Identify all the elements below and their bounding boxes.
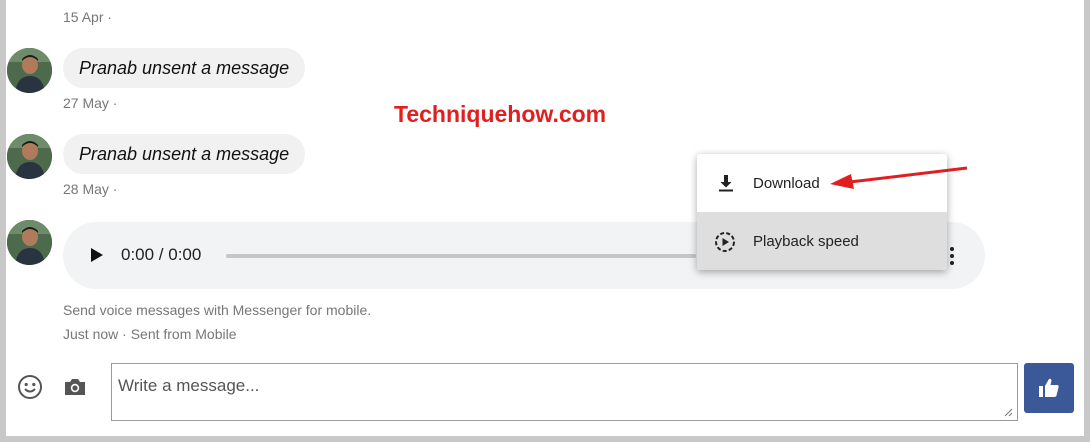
avatar[interactable]	[7, 134, 52, 179]
message-input[interactable]	[118, 371, 998, 401]
camera-icon[interactable]	[63, 377, 87, 397]
emoji-icon[interactable]	[17, 374, 43, 400]
unsent-message-bubble: Pranab unsent a message	[63, 48, 306, 88]
audio-time: 0:00 / 0:00	[121, 245, 202, 264]
voice-message-hint: Send voice messages with Messenger for m…	[63, 302, 372, 318]
avatar[interactable]	[7, 220, 52, 265]
message-date: 28 May ·	[63, 181, 118, 197]
menu-item-label: Playback speed	[753, 233, 859, 250]
watermark-text: Techniquehow.com	[394, 101, 607, 127]
unsent-message-bubble: Pranab unsent a message	[63, 134, 306, 174]
message-date: 15 Apr ·	[63, 9, 113, 25]
audio-progress-track[interactable]	[226, 254, 696, 258]
menu-item-label: Download	[753, 175, 820, 192]
message-status: Just now · Sent from Mobile	[63, 326, 237, 342]
play-icon[interactable]	[91, 248, 103, 262]
menu-item-playback-speed[interactable]: Playback speed	[697, 212, 947, 270]
avatar[interactable]	[7, 48, 52, 93]
resize-handle-icon[interactable]	[1003, 407, 1013, 417]
playback-speed-icon	[715, 232, 735, 252]
annotation-arrow-icon	[830, 166, 968, 189]
more-options-icon[interactable]	[949, 247, 955, 265]
message-date: 27 May ·	[63, 95, 118, 111]
like-button[interactable]	[1024, 363, 1074, 413]
message-composer	[111, 363, 1018, 421]
download-icon	[719, 175, 733, 192]
thumbs-up-icon	[1039, 378, 1059, 397]
